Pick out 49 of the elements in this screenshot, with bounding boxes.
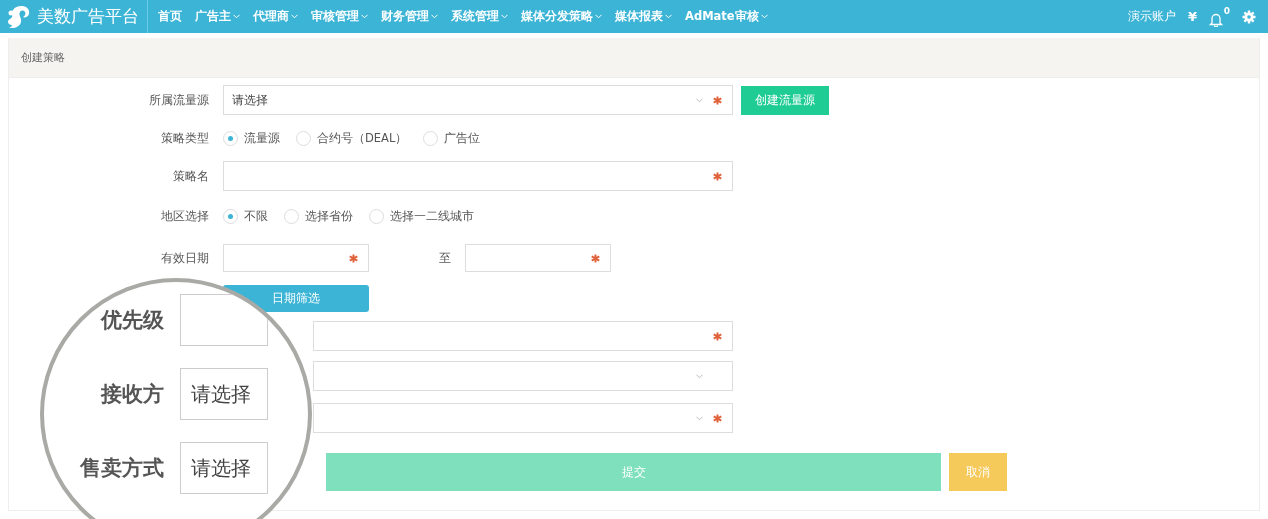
settings-icon[interactable] (1242, 9, 1256, 24)
radio-label[interactable]: 广告位 (444, 130, 481, 146)
account-name[interactable]: 演示账户 (1127, 8, 1176, 25)
nav-menu-item[interactable]: 广告主 (195, 9, 240, 24)
radio-label[interactable]: 流量源 (244, 130, 280, 146)
date-field[interactable] (465, 244, 611, 272)
field-label: 有效日期 (161, 251, 209, 265)
radio-label[interactable]: 选择省份 (305, 208, 353, 224)
bell-icon (1209, 12, 1223, 27)
caret-icon (696, 373, 703, 379)
page-title: 创建策略 (9, 38, 1259, 78)
nav-menu-item[interactable]: 代理商 (253, 9, 298, 24)
cancel-button[interactable]: 取消 (949, 453, 1007, 491)
nav-menu-item[interactable]: 审核管理 (311, 9, 368, 24)
select-field[interactable] (313, 361, 733, 391)
currency-icon[interactable]: ¥ (1187, 9, 1197, 24)
field-label: 策略名 (173, 169, 209, 183)
date-field[interactable] (223, 244, 369, 272)
nav-menu-item[interactable]: 媒体报表 (615, 9, 672, 24)
field-value: 请选择 (191, 454, 251, 482)
field-label: 售卖方式 (80, 456, 164, 480)
text-field[interactable] (223, 161, 733, 191)
field-value: 请选择 (191, 380, 251, 408)
nav-menu-item[interactable]: AdMate审核 (685, 9, 768, 24)
notification-button[interactable]: 0 (1209, 6, 1230, 27)
field-label: 接收方 (101, 382, 164, 406)
notification-count: 0 (1223, 6, 1230, 16)
field-label: 策略类型 (161, 131, 209, 145)
squirrel-logo-icon (6, 3, 32, 30)
field-label: 地区选择 (161, 209, 209, 223)
text-field[interactable] (313, 321, 733, 351)
logo-text: 美数广告平台 (37, 5, 139, 28)
placeholder-text: 请选择 (232, 92, 269, 108)
caret-icon (696, 415, 703, 421)
field-label: 所属流量源 (149, 93, 209, 107)
field-label: 优先级 (101, 308, 164, 332)
create-source-button[interactable]: 创建流量源 (741, 85, 829, 115)
nav-menu-item[interactable]: 财务管理 (381, 9, 438, 24)
range-separator: 至 (439, 250, 451, 266)
radio-label[interactable]: 合约号（DEAL） (317, 130, 408, 146)
submit-button[interactable]: 提交 (326, 453, 941, 491)
nav-menu-item[interactable]: 媒体分发策略 (521, 9, 602, 24)
select-field[interactable] (313, 403, 733, 433)
radio-label[interactable]: 选择一二线城市 (390, 208, 474, 224)
nav-menu-item[interactable]: 系统管理 (451, 9, 508, 24)
caret-icon (696, 97, 703, 103)
nav-menu-item[interactable]: 首页 (158, 9, 182, 24)
radio-label[interactable]: 不限 (244, 208, 268, 224)
select-field[interactable]: 请选择 (223, 85, 733, 115)
